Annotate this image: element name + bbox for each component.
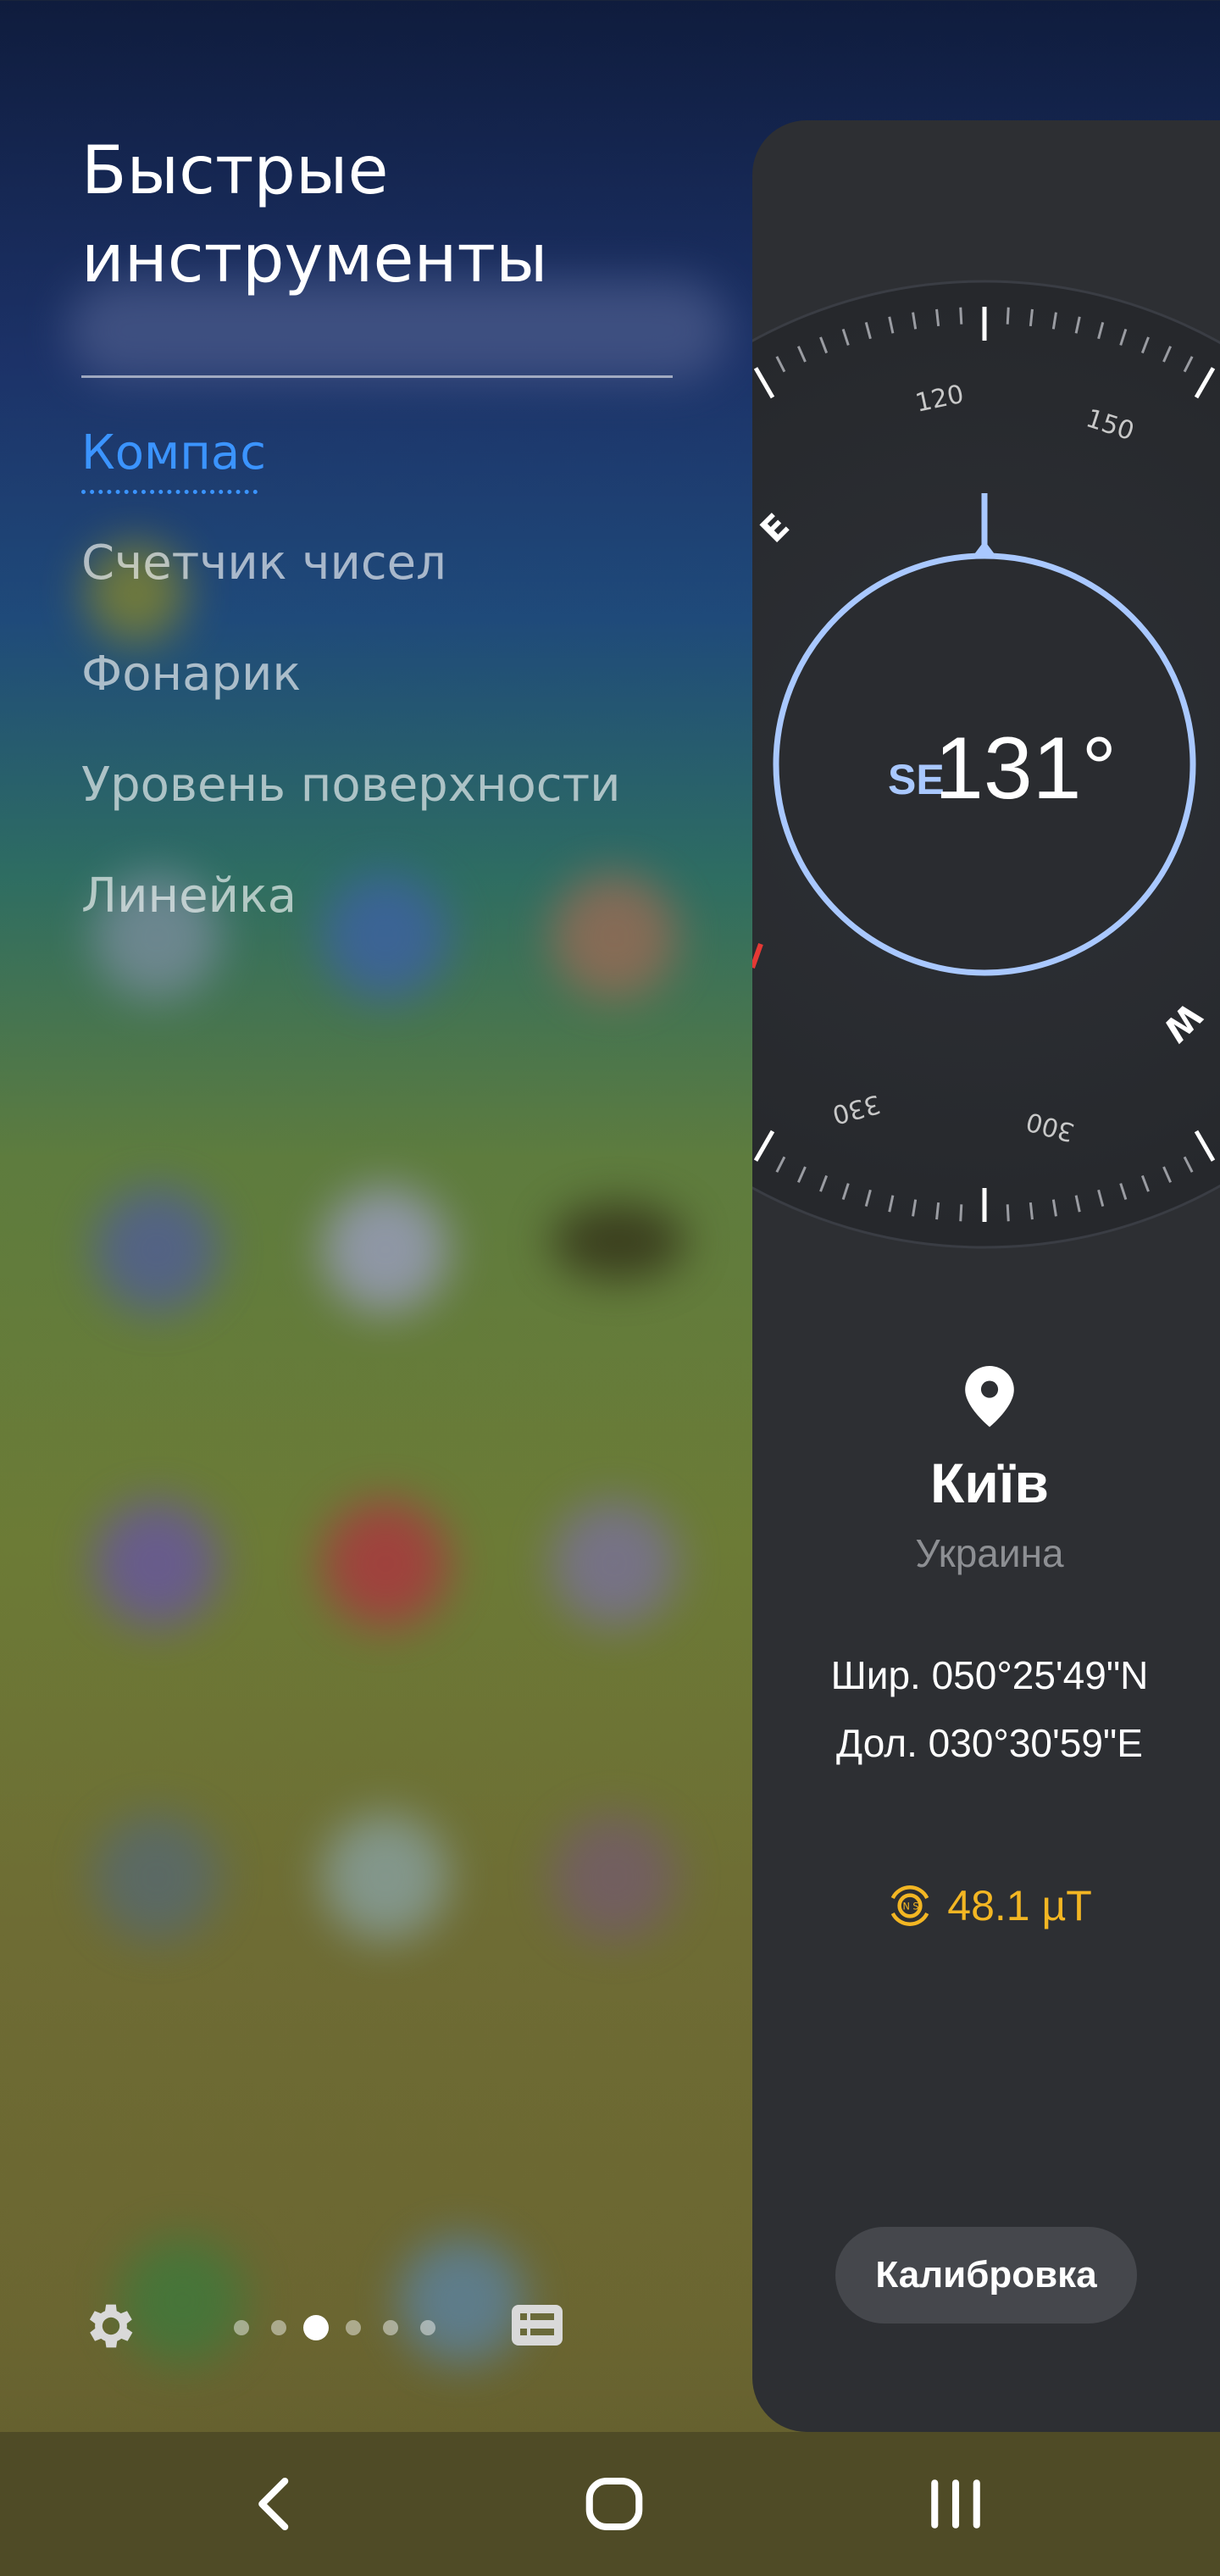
page-dot <box>420 2320 435 2335</box>
page-dot <box>346 2320 361 2335</box>
svg-text:N S: N S <box>903 1901 919 1913</box>
dial-tick <box>959 1204 963 1222</box>
recents-icon[interactable] <box>918 2466 994 2542</box>
dial-tick <box>1029 308 1034 327</box>
location-country: Украина <box>915 1531 1064 1575</box>
menu-item-ruler[interactable]: Линейка <box>81 869 297 924</box>
menu-item-level[interactable]: Уровень поверхности <box>81 758 621 813</box>
page-dot <box>383 2320 398 2335</box>
latitude: Шир. 050°25'49"N <box>830 1653 1149 1697</box>
heading-value: 131° <box>934 719 1117 818</box>
title-divider <box>81 375 673 378</box>
magnetic-field: N S 48.1 µT <box>752 1881 1220 1930</box>
list-icon[interactable] <box>512 2305 563 2346</box>
active-indicator <box>81 490 258 494</box>
dial-tick <box>935 308 940 327</box>
compass-dial: 120 150 330 300 E W SE 131° <box>752 280 1220 1249</box>
compass-panel: 120 150 330 300 E W SE 131° Київ Украина… <box>752 120 1220 2432</box>
dial-tick <box>1006 307 1010 325</box>
menu-item-compass[interactable]: Компас <box>81 425 266 480</box>
page-dot <box>271 2320 286 2335</box>
magnet-sensor-icon: N S <box>890 1885 929 1926</box>
dial-tick <box>935 1202 940 1220</box>
edge-panel-bottom-bar <box>0 2279 746 2381</box>
magnetic-value: 48.1 µT <box>947 1882 1092 1929</box>
page-dot <box>234 2320 249 2335</box>
longitude: Дол. 030°30'59"E <box>836 1721 1143 1765</box>
page-dot-active <box>303 2315 329 2340</box>
dial-tick <box>1006 1204 1010 1222</box>
navigation-bar <box>0 2432 1220 2576</box>
menu-item-counter[interactable]: Счетчик чисел <box>81 536 446 591</box>
back-icon[interactable] <box>237 2466 313 2542</box>
location-pin-icon <box>965 1366 1014 1427</box>
menu-item-flashlight[interactable]: Фонарик <box>81 647 301 702</box>
location-city: Київ <box>930 1452 1049 1514</box>
dial-tick <box>1029 1202 1034 1220</box>
dial-tick <box>959 307 963 325</box>
panel-title: Быстрые инструменты <box>81 133 548 297</box>
calibrate-button[interactable]: Калибровка <box>835 2227 1137 2323</box>
home-icon[interactable] <box>576 2466 652 2542</box>
gear-icon[interactable] <box>81 2296 141 2356</box>
